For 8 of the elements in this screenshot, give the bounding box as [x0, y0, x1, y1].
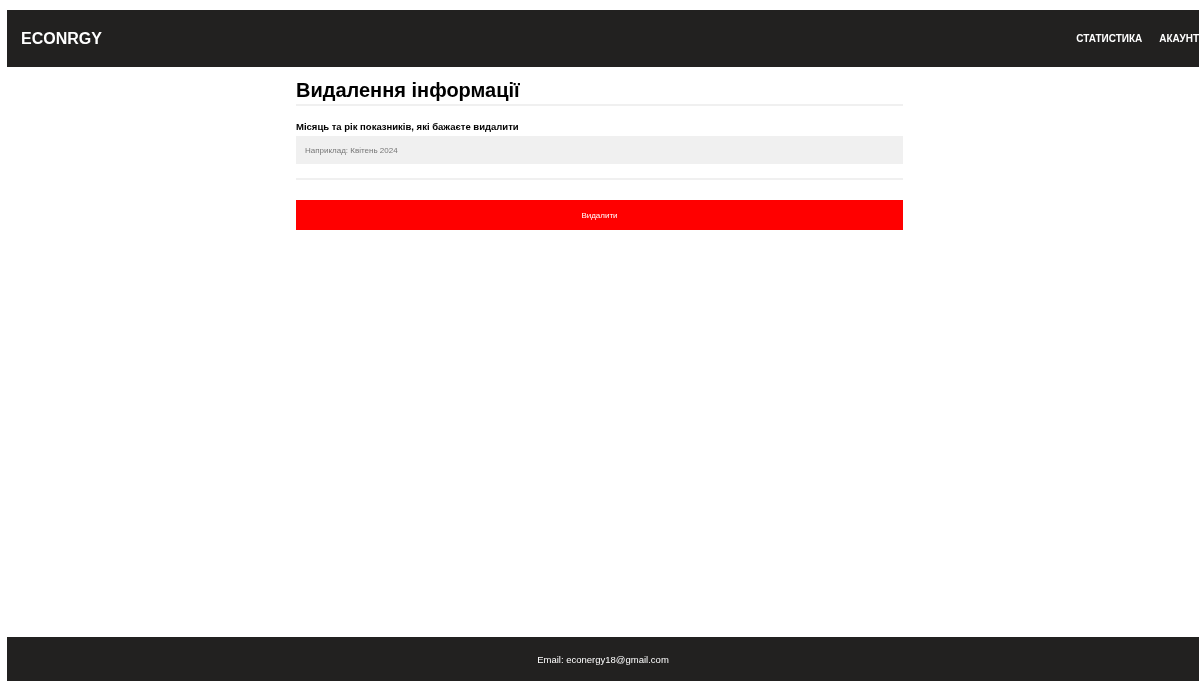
logo[interactable]: ECONRGY — [21, 29, 102, 48]
footer-email: Email: econergy18@gmail.com — [537, 653, 669, 665]
field-label: Місяць та рік показників, які бажаєте видалити — [296, 121, 520, 132]
nav-link[interactable]: АКАУНТ — [1159, 33, 1199, 44]
page-title: Видалення інформації — [296, 79, 903, 106]
month-input-field[interactable]: Наприклад: Квітень 2024 — [296, 136, 903, 164]
delete-button[interactable]: Видалити — [296, 200, 903, 230]
nav-link[interactable]: СТАТИСТИКА — [1076, 33, 1143, 44]
